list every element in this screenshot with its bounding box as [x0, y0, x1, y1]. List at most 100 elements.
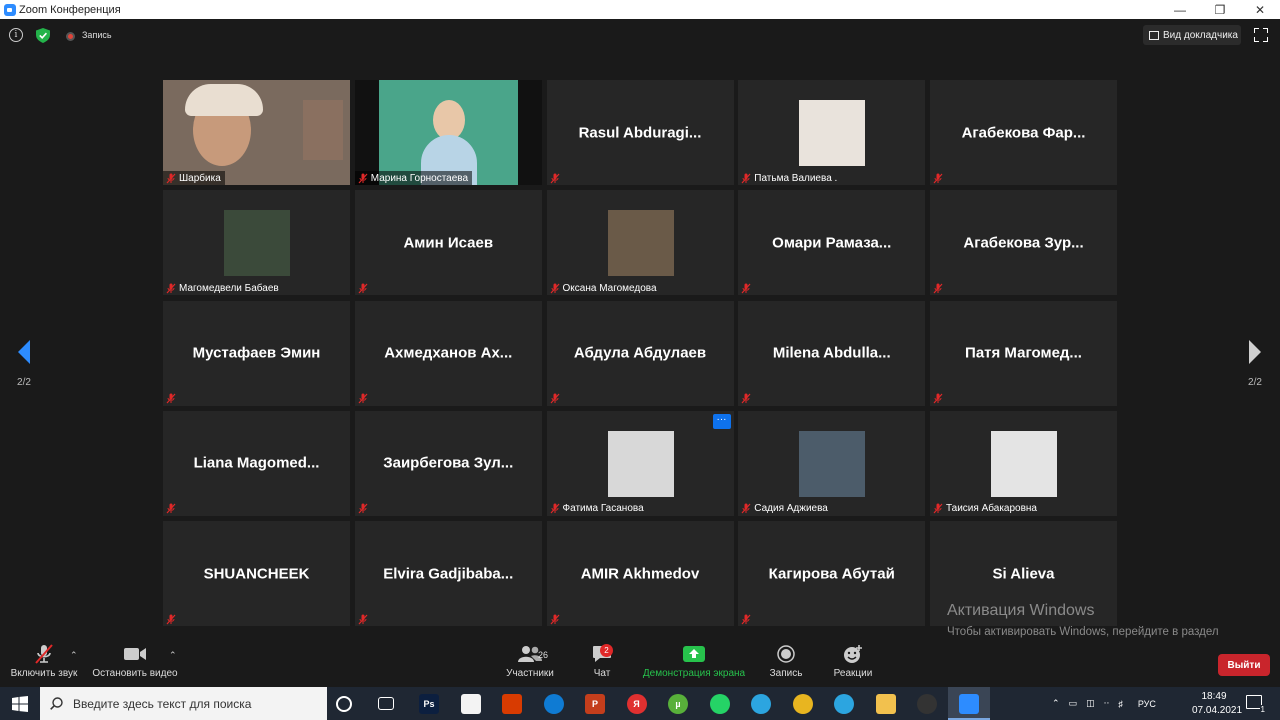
obs-icon[interactable] [917, 694, 937, 714]
encryption-shield-icon[interactable] [36, 28, 50, 43]
store-icon[interactable] [460, 694, 481, 714]
share-screen-label: Демонстрация экрана [642, 668, 746, 679]
stop-video-button[interactable]: Остановить видео [90, 640, 180, 687]
audio-options-caret[interactable]: ⌃ [70, 650, 78, 661]
participant-tile[interactable]: Патя Магомед... [930, 300, 1117, 406]
speaker-view-icon [1149, 30, 1159, 40]
mic-muted-icon [166, 173, 176, 183]
office-icon[interactable] [502, 694, 522, 714]
participant-tile[interactable]: Milena Abdulla... [738, 300, 926, 406]
fullscreen-icon[interactable] [1254, 28, 1268, 42]
participant-tile[interactable]: Мустафаев Эмин [163, 300, 350, 406]
mic-muted-icon [358, 283, 368, 294]
system-tray: ⌃ ▭ ◫ ⋅⋅ ♯ РУС [1052, 687, 1156, 720]
reactions-button[interactable]: Реакции [830, 640, 876, 687]
share-screen-icon [683, 646, 705, 662]
participant-tile[interactable]: Elvira Gadjibaba... [354, 521, 542, 626]
participant-tile[interactable]: Марина Горностаева [354, 80, 542, 185]
participant-tile[interactable]: Агабекова Фар... [930, 80, 1117, 185]
zoom-taskbar-icon[interactable] [958, 694, 979, 714]
participant-tile[interactable]: Садия Аджиева [738, 410, 926, 516]
cortana-icon[interactable] [336, 696, 352, 712]
mic-muted-icon [35, 644, 53, 664]
girl-photo-icon [799, 100, 866, 166]
unmute-button[interactable]: Включить звук [6, 640, 82, 687]
participant-tile[interactable]: Патьма Валиева . [738, 80, 926, 185]
participant-name: Кагирова Абутай [768, 565, 895, 582]
battery-icon[interactable]: ▭ [1069, 698, 1078, 709]
chat-label: Чат [593, 668, 611, 679]
participant-tile[interactable]: Агабекова Зур... [930, 190, 1117, 296]
chat-button[interactable]: 2 Чат [584, 640, 620, 687]
photoshop-icon[interactable]: Ps [419, 694, 439, 714]
sunglasses-photo-icon [607, 430, 674, 497]
page-indicator-right: 2/2 [1248, 377, 1262, 388]
next-page-button[interactable]: 2/2 [1243, 340, 1267, 388]
explorer-icon[interactable] [875, 694, 896, 714]
participant-name: Фатима Гасанова [562, 503, 644, 515]
video-camera-icon [124, 648, 146, 660]
edge-icon[interactable] [543, 694, 564, 714]
participant-tile[interactable]: Заирбегова Зул... [354, 410, 542, 516]
participant-tile[interactable]: Rasul Abduragi... [546, 80, 734, 185]
whatsapp-icon[interactable] [709, 694, 730, 714]
info-icon[interactable]: i [9, 28, 23, 42]
participant-name: Патя Магомед... [965, 344, 1082, 362]
video-options-caret[interactable]: ⌃ [169, 650, 177, 661]
participant-tile[interactable]: Магомедвели Бабаев [163, 190, 350, 296]
participant-name: SHUANCHEEK [203, 565, 310, 582]
utorrent-icon[interactable]: µ [668, 694, 688, 714]
restore-button[interactable]: ❐ [1200, 0, 1240, 19]
task-view-icon[interactable] [377, 697, 394, 710]
participant-tile[interactable]: Ахмедханов Ах... [354, 300, 542, 406]
share-screen-button[interactable]: Демонстрация экрана [640, 640, 748, 687]
participant-name: Rasul Abduragi... [578, 124, 702, 141]
participant-tile[interactable]: Шарбика [163, 80, 350, 185]
participant-tile[interactable]: ··· Фатима Гасанова [546, 410, 734, 516]
participant-tile[interactable]: Омари Рамаза... [738, 190, 926, 296]
mic-muted-icon [741, 173, 751, 183]
mic-muted-icon [741, 393, 751, 404]
search-icon [50, 697, 63, 710]
start-button[interactable] [0, 687, 40, 720]
participant-name: Марина Горностаева [370, 172, 469, 184]
participant-tile[interactable]: Амин Исаев [354, 190, 542, 296]
taskbar-clock[interactable]: 18:49 07.04.2021 [1192, 690, 1242, 718]
close-button[interactable]: ✕ [1240, 0, 1280, 19]
device-icon[interactable]: ◫ [1086, 698, 1095, 709]
telegram-icon[interactable] [751, 694, 771, 714]
mic-muted-icon [550, 173, 559, 183]
mic-muted-icon [933, 283, 943, 294]
participant-tile[interactable]: Кагирова Абутай [738, 521, 926, 626]
participant-name: Elvira Gadjibaba... [383, 565, 514, 582]
participant-name: Мустафаев Эмин [192, 344, 321, 362]
volume-icon[interactable]: ♯ [1118, 699, 1123, 709]
powerpoint-icon[interactable]: P [585, 694, 605, 714]
participants-button[interactable]: 26 Участники [502, 640, 558, 687]
minimize-button[interactable]: — [1160, 0, 1200, 19]
input-language[interactable]: РУС [1138, 699, 1156, 709]
speaker-view-button[interactable]: Вид докладчика [1143, 25, 1241, 45]
participant-tile[interactable]: Абдула Абдулаев [546, 300, 734, 406]
prev-page-button[interactable]: 2/2 [12, 340, 36, 388]
chrome-icon[interactable] [792, 694, 813, 714]
notifications-icon[interactable]: 1 [1246, 695, 1266, 714]
tray-expand-icon[interactable]: ⌃ [1052, 698, 1060, 709]
record-button[interactable]: Запись [766, 640, 806, 687]
taskbar-search-box[interactable]: Введите здесь текст для поиска [40, 687, 327, 720]
telegram-2-icon[interactable] [834, 694, 854, 714]
leave-meeting-button[interactable]: Выйти [1218, 654, 1270, 676]
mic-muted-icon [741, 503, 751, 514]
more-options-button[interactable]: ··· [712, 413, 731, 429]
wifi-icon[interactable]: ⋅⋅ [1104, 698, 1110, 709]
participant-tile[interactable]: Liana Magomed... [163, 410, 350, 516]
recording-icon [66, 32, 75, 41]
mic-muted-icon [166, 614, 176, 624]
participant-tile[interactable]: AMIR Akhmedov [546, 521, 734, 626]
mic-muted-icon [550, 393, 559, 404]
participant-tile[interactable]: Оксана Магомедова [546, 190, 734, 296]
participant-tile[interactable]: Таисия Абакаровна [930, 410, 1117, 516]
participants-label: Участники [506, 668, 554, 679]
yandex-icon[interactable]: Я [626, 694, 647, 714]
participant-tile[interactable]: SHUANCHEEK [163, 521, 350, 626]
